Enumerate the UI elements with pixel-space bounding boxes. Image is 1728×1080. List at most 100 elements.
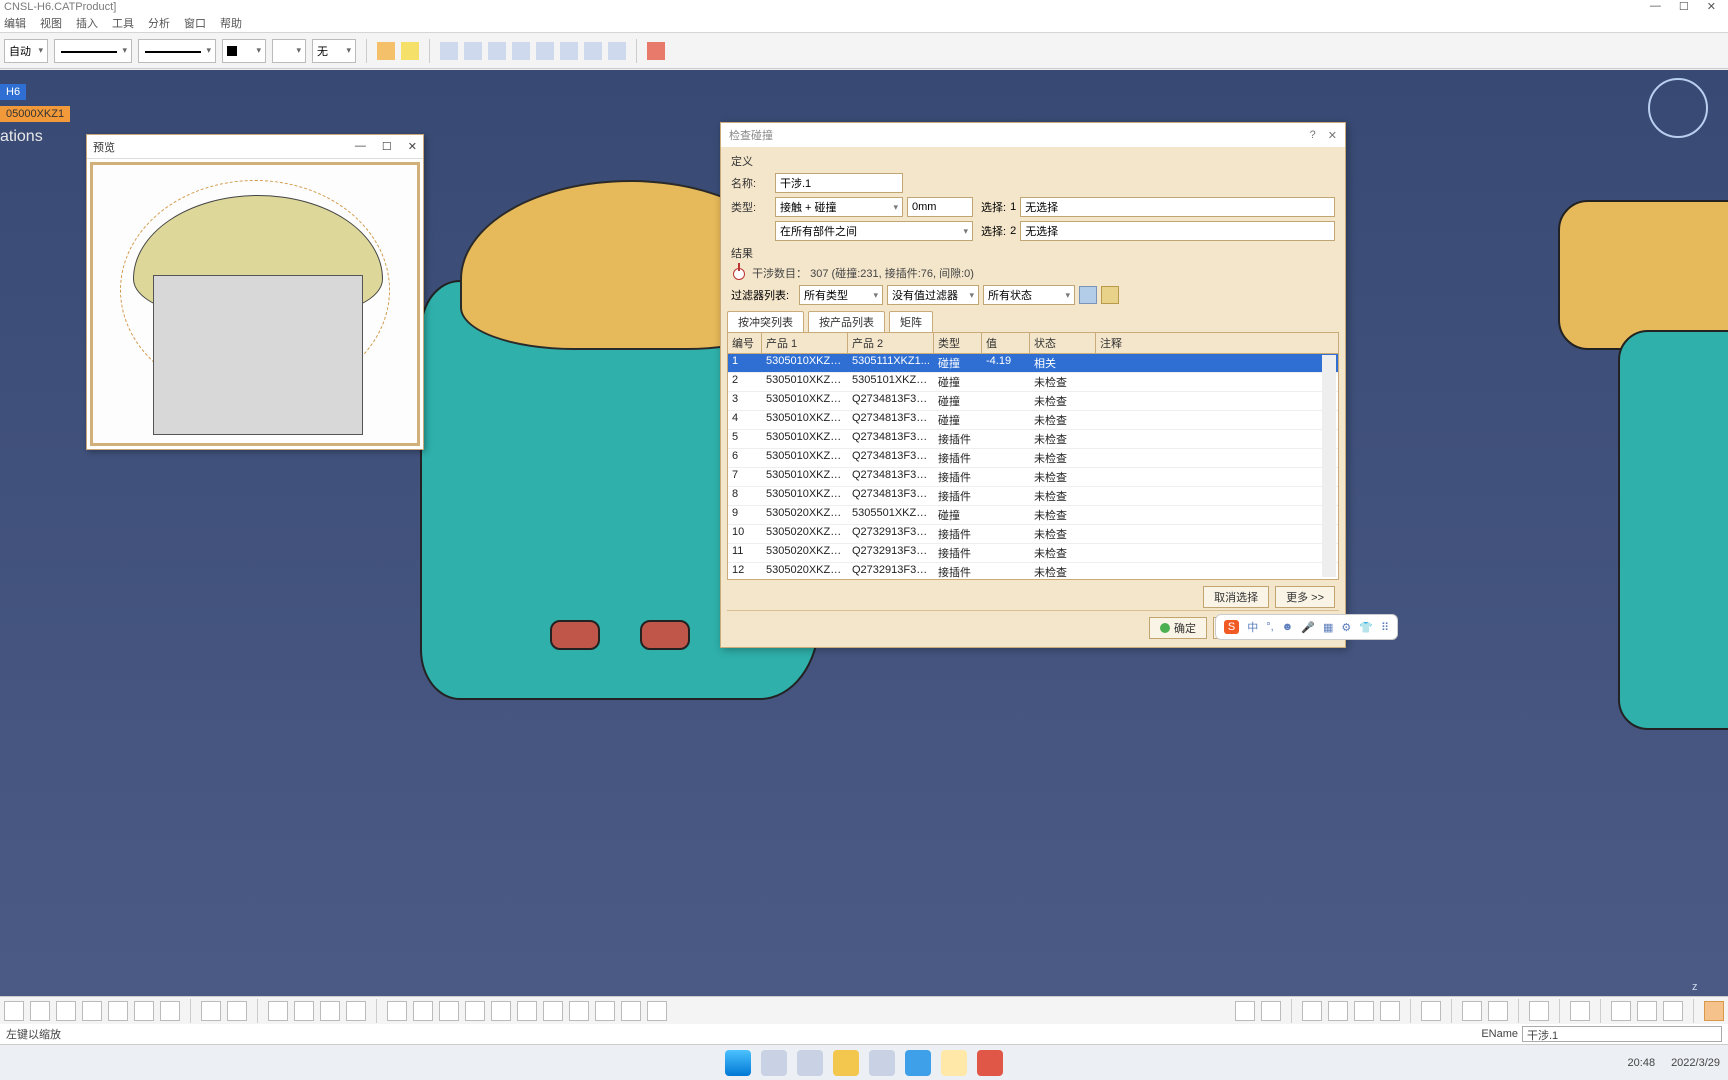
redo-icon[interactable] [134,1001,154,1021]
system-tray[interactable]: 20:48 2022/3/29 [1628,1057,1720,1069]
preview-viewport[interactable] [90,162,420,446]
zoom-out-icon[interactable] [491,1001,511,1021]
grid-icon[interactable] [1704,1001,1724,1021]
filter-window-icon[interactable] [1079,286,1097,304]
ime-user-icon[interactable]: 👕 [1359,621,1373,634]
table-row[interactable]: 115305020XKZ1...Q2732913F3E...接插件未检查 [728,544,1338,563]
annotation-icon[interactable] [1529,1001,1549,1021]
more-button[interactable]: 更多 >> [1275,586,1335,608]
start-icon[interactable] [725,1050,751,1076]
section-icon[interactable] [1328,1001,1348,1021]
step2-icon[interactable] [536,42,554,60]
table-row[interactable]: 35305010XKZ1...Q2734813F3E...碰撞未检查 [728,392,1338,411]
shade-icon[interactable] [595,1001,615,1021]
tree-leaf[interactable]: ations [0,128,70,146]
stop-icon[interactable] [488,42,506,60]
search-tb-icon[interactable] [761,1050,787,1076]
table-row[interactable]: 105305020XKZ1...Q2732913F3E...接插件未检查 [728,525,1338,544]
ename-input[interactable]: 干涉.1 [1522,1026,1722,1042]
table-icon[interactable] [268,1001,288,1021]
fx-icon[interactable] [201,1001,221,1021]
widgets-icon[interactable] [869,1050,895,1076]
video-icon[interactable] [1488,1001,1508,1021]
combo-line-weight[interactable] [54,39,132,63]
material-icon[interactable] [1637,1001,1657,1021]
dialog-help-icon[interactable]: ? [1310,129,1316,142]
group-icon[interactable] [1421,1001,1441,1021]
table-row[interactable]: 15305010XKZ1...5305111XKZ1...碰撞-4.19相关 [728,354,1338,373]
dialog-titlebar[interactable]: 检查碰撞 ? ✕ [721,123,1345,147]
close-icon[interactable]: ✕ [1707,0,1716,13]
tab-product-list[interactable]: 按产品列表 [808,311,885,332]
table-row[interactable]: 75305010XKZ1...Q2734813F3E...接插件未检查 [728,468,1338,487]
multi-view-icon[interactable] [543,1001,563,1021]
step-icon[interactable] [512,42,530,60]
measure-icon[interactable] [1235,1001,1255,1021]
ime-toolbar[interactable]: S 中 °, ☻ 🎤 ▦ ⚙ 👕 ⠿ [1215,614,1398,640]
col-product1[interactable]: 产品 1 [762,333,848,353]
distance-icon[interactable] [1354,1001,1374,1021]
menu-window[interactable]: 窗口 [184,15,206,31]
type-select[interactable]: 接触 + 碰撞 [775,197,903,217]
measure2-icon[interactable] [1261,1001,1281,1021]
ime-mic-icon[interactable]: 🎤 [1301,621,1315,634]
preview-minimize-icon[interactable]: — [355,140,366,153]
recorder-icon[interactable] [977,1050,1003,1076]
minimize-icon[interactable]: — [1650,0,1661,13]
table-row[interactable]: 65305010XKZ1...Q2734813F3E...接插件未检查 [728,449,1338,468]
edge-icon[interactable] [905,1050,931,1076]
wire-icon[interactable] [621,1001,641,1021]
preview-close-icon[interactable]: ✕ [408,140,417,153]
preview-maximize-icon[interactable]: ☐ [382,140,392,153]
color-icon[interactable] [1611,1001,1631,1021]
filter-status-select[interactable]: 所有状态 [983,285,1075,305]
ime-settings-icon[interactable]: ⚙ [1341,621,1351,634]
combo-layer[interactable] [272,39,306,63]
play-icon[interactable] [464,42,482,60]
table-row[interactable]: 125305020XKZ1...Q2732913F3E...接插件未检查 [728,563,1338,580]
light-icon[interactable] [1663,1001,1683,1021]
step5-icon[interactable] [608,42,626,60]
layer-icon[interactable] [346,1001,366,1021]
table-row[interactable]: 25305010XKZ1...5305101XKZ1...碰撞未检查 [728,373,1338,392]
ime-emoji-icon[interactable]: ☻ [1282,621,1294,633]
col-index[interactable]: 编号 [728,333,762,353]
maximize-icon[interactable]: ☐ [1679,0,1689,13]
col-comment[interactable]: 注释 [1096,333,1338,353]
pan-icon[interactable] [413,1001,433,1021]
table-row[interactable]: 45305010XKZ1...Q2734813F3E...碰撞未检查 [728,411,1338,430]
ime-lang[interactable]: 中 [1247,619,1258,635]
explorer-icon[interactable] [833,1050,859,1076]
select-icon[interactable] [160,1001,180,1021]
tree-child[interactable]: 05000XKZ1 [0,106,70,122]
app-icon[interactable] [941,1050,967,1076]
tab-matrix[interactable]: 矩阵 [889,311,933,332]
result-grid[interactable]: 编号 产品 1 产品 2 类型 值 状态 注释 15305010XKZ1...5… [727,332,1339,580]
name-input[interactable]: 干涉.1 [775,173,903,193]
hlr-icon[interactable] [647,1001,667,1021]
zoom-in-icon[interactable] [465,1001,485,1021]
publish-icon[interactable] [1570,1001,1590,1021]
menu-insert[interactable]: 插入 [76,15,98,31]
table-row[interactable]: 95305020XKZ1...5305501XKZ1...碰撞未检查 [728,506,1338,525]
col-status[interactable]: 状态 [1030,333,1096,353]
ime-grid-icon[interactable]: ⠿ [1381,621,1389,634]
grid-scrollbar[interactable] [1322,355,1336,577]
eraser-icon[interactable] [401,42,419,60]
undo-icon[interactable] [108,1001,128,1021]
clearance-input[interactable]: 0mm [907,197,973,217]
spec-tree[interactable]: H6 05000XKZ1 ations [0,82,70,146]
knowledge-icon[interactable] [227,1001,247,1021]
geo-icon[interactable] [320,1001,340,1021]
constraint-icon[interactable] [294,1001,314,1021]
combo-line-style[interactable] [138,39,216,63]
band-icon[interactable] [1380,1001,1400,1021]
paste-icon[interactable] [82,1001,102,1021]
compass-icon[interactable] [1648,78,1708,138]
menu-analyze[interactable]: 分析 [148,15,170,31]
menu-view[interactable]: 视图 [40,15,62,31]
step3-icon[interactable] [560,42,578,60]
menu-help[interactable]: 帮助 [220,15,242,31]
table-row[interactable]: 85305010XKZ1...Q2734813F3E...接插件未检查 [728,487,1338,506]
marker-icon[interactable] [647,42,665,60]
